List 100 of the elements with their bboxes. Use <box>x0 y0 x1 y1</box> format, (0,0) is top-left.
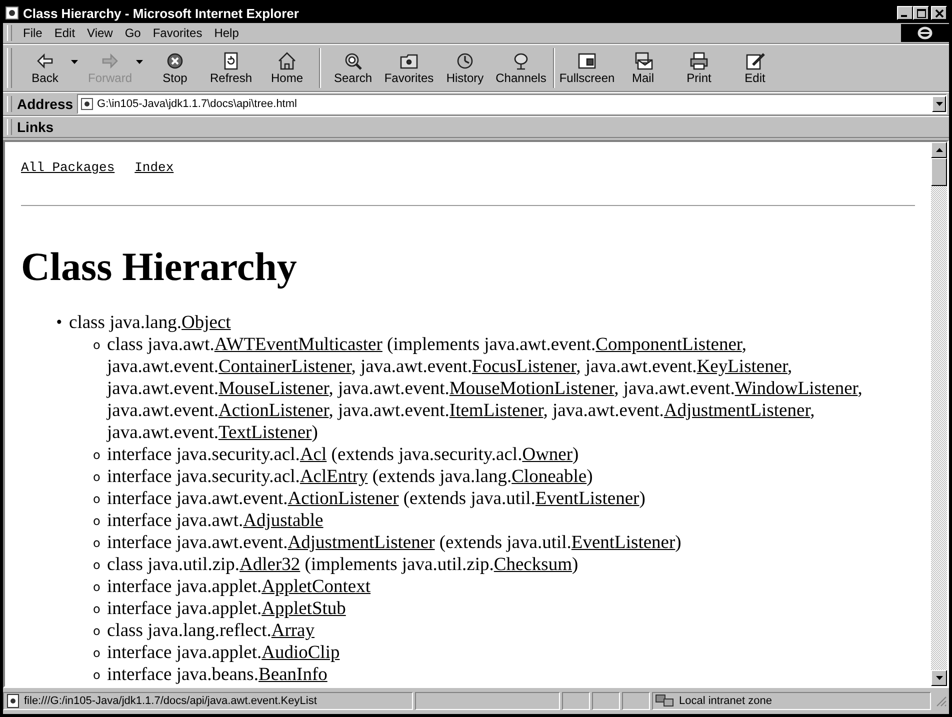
close-button[interactable] <box>931 6 947 20</box>
class-link[interactable]: Adler32 <box>240 555 300 575</box>
class-link[interactable]: AdjustmentListener <box>664 401 810 421</box>
status-pane <box>592 692 620 710</box>
toolbar-button[interactable]: Print <box>671 49 727 87</box>
menu-item[interactable]: Edit <box>48 26 82 40</box>
class-link[interactable]: AclEntry <box>300 467 368 487</box>
bullet: o <box>93 667 102 684</box>
class-link[interactable]: AudioClip <box>262 643 340 663</box>
resize-grip-icon[interactable] <box>935 695 947 707</box>
tree-entry: interface java.applet.AppletContext <box>107 576 372 598</box>
scroll-thumb[interactable] <box>931 158 947 186</box>
window-icon <box>576 51 598 71</box>
toolbar-button[interactable]: History <box>437 49 493 87</box>
class-link[interactable]: TextListener <box>218 423 312 443</box>
minimize-button[interactable] <box>897 6 913 20</box>
menu-item[interactable]: File <box>17 26 48 40</box>
toolbar-button[interactable]: Home <box>259 49 315 87</box>
toolbar-button[interactable]: Back <box>17 49 73 87</box>
tree-entry: interface java.awt.Adjustable <box>107 510 324 532</box>
tree-entry: class java.lang.Object <box>69 312 232 334</box>
bullet: o <box>93 469 102 486</box>
class-link[interactable]: ActionListener <box>288 489 399 509</box>
menu-item[interactable]: Favorites <box>146 26 208 40</box>
caret-up-icon <box>936 148 942 152</box>
class-link[interactable]: Cloneable <box>512 467 587 487</box>
class-link[interactable]: AWTEventMulticaster <box>214 335 382 355</box>
bullet: o <box>93 557 102 574</box>
window-title: Class Hierarchy - Microsoft Internet Explorer <box>23 6 300 20</box>
class-link[interactable]: Owner <box>522 445 573 465</box>
class-link[interactable]: AppletStub <box>262 599 346 619</box>
bullet: o <box>93 535 102 552</box>
toolbar-button[interactable]: Channels <box>493 49 549 87</box>
tree-entry: interface java.applet.AppletStub <box>107 598 347 620</box>
toolbar-button[interactable]: Favorites <box>381 49 437 87</box>
tree-entry: interface java.awt.event.ActionListener (extends java.util.EventListener) <box>107 488 646 510</box>
zone-text: Local intranet zone <box>679 695 772 707</box>
class-link[interactable]: KeyListener <box>696 357 788 377</box>
bullet: o <box>93 645 102 662</box>
nav-link[interactable]: All Packages <box>21 160 115 175</box>
toolbar-button[interactable]: Edit <box>727 49 783 87</box>
menu-item[interactable]: Help <box>208 26 245 40</box>
class-link[interactable]: Adjustable <box>243 511 324 531</box>
class-link[interactable]: WindowListener <box>734 379 858 399</box>
class-link[interactable]: Acl <box>300 445 327 465</box>
address-label: Address <box>17 96 74 112</box>
pencil-icon <box>744 51 766 71</box>
links-label[interactable]: Links <box>17 119 54 135</box>
tree-entry: class java.util.zip.Adler32 (implements java.util.zip.Checksum) <box>107 554 580 576</box>
class-link[interactable]: MouseMotionListener <box>449 379 614 399</box>
menu-item[interactable]: Go <box>118 26 147 40</box>
toolbar-button[interactable]: Search <box>325 49 381 87</box>
tree-entry: interface java.security.acl.Acl (extends java.security.acl.Owner) <box>107 444 580 466</box>
bullet: o <box>93 513 102 530</box>
caret-down-icon <box>936 676 942 680</box>
nav-link[interactable]: Index <box>134 160 174 175</box>
status-pane <box>622 692 650 710</box>
scroll-up-button[interactable] <box>931 142 947 158</box>
maximize-button[interactable] <box>913 6 929 20</box>
class-link[interactable]: ItemListener <box>449 401 544 421</box>
menu-item[interactable]: View <box>81 26 119 40</box>
vertical-scrollbar[interactable] <box>931 142 947 686</box>
bullet: o <box>93 491 102 508</box>
class-link[interactable]: BeanInfo <box>258 665 328 685</box>
bullet: o <box>93 601 102 618</box>
maximize-icon <box>916 8 926 18</box>
house-icon <box>276 51 298 71</box>
scroll-down-button[interactable] <box>931 670 947 686</box>
page-heading: Class Hierarchy <box>21 244 298 290</box>
tree-entry: class java.awt.AWTEventMulticaster (implements java.awt.event.ComponentListener, java.awt.event.ContainerListener, java.awt.event.FocusListener, java.awt.event.KeyListener, java.awt.event.MouseListener, java.awt.event.MouseMotionListener, java.awt.event.WindowListener, java.awt.event.ActionListener, java.awt.event.ItemListener, java.awt.event.AdjustmentListener, java.awt.event.TextListener) <box>107 334 864 444</box>
class-link[interactable]: EventListener <box>571 533 676 553</box>
class-link[interactable]: FocusListener <box>472 357 576 377</box>
bullet: o <box>93 447 102 464</box>
tree-entry: interface java.beans.BeanInfo <box>107 664 328 686</box>
bullet: • <box>55 314 64 333</box>
close-icon <box>934 8 944 18</box>
bullet: o <box>93 337 102 354</box>
address-dropdown-button[interactable] <box>932 96 946 112</box>
class-link[interactable]: ActionListener <box>218 401 329 421</box>
bullet: o <box>93 579 102 596</box>
class-link[interactable]: Object <box>182 313 231 333</box>
class-link[interactable]: EventListener <box>535 489 640 509</box>
page-icon <box>81 98 94 110</box>
class-link[interactable]: ContainerListener <box>218 357 352 377</box>
class-link[interactable]: AdjustmentListener <box>288 533 435 553</box>
tree-entry: interface java.awt.event.AdjustmentListener (extends java.util.EventListener) <box>107 532 682 554</box>
address-field[interactable]: G:\in105-Java\jdk1.1.7\docs\api\tree.html <box>77 94 947 114</box>
tree-entry: class java.lang.reflect.Array <box>107 620 316 642</box>
toolbar-button[interactable]: Mail <box>615 49 671 87</box>
class-link[interactable]: Array <box>271 621 315 641</box>
toolbar-button[interactable]: Refresh <box>203 49 259 87</box>
toolbar-button[interactable]: Fullscreen <box>559 49 615 87</box>
toolbar-button[interactable]: Stop <box>147 49 203 87</box>
printer-icon <box>688 51 710 71</box>
class-link[interactable]: MouseListener <box>218 379 329 399</box>
class-link[interactable]: Checksum <box>494 555 572 575</box>
class-link[interactable]: ComponentListener <box>596 335 742 355</box>
class-link[interactable]: AppletContext <box>262 577 371 597</box>
tree-entry: interface java.applet.AudioClip <box>107 642 341 664</box>
dropdown-caret-icon[interactable] <box>71 60 78 64</box>
